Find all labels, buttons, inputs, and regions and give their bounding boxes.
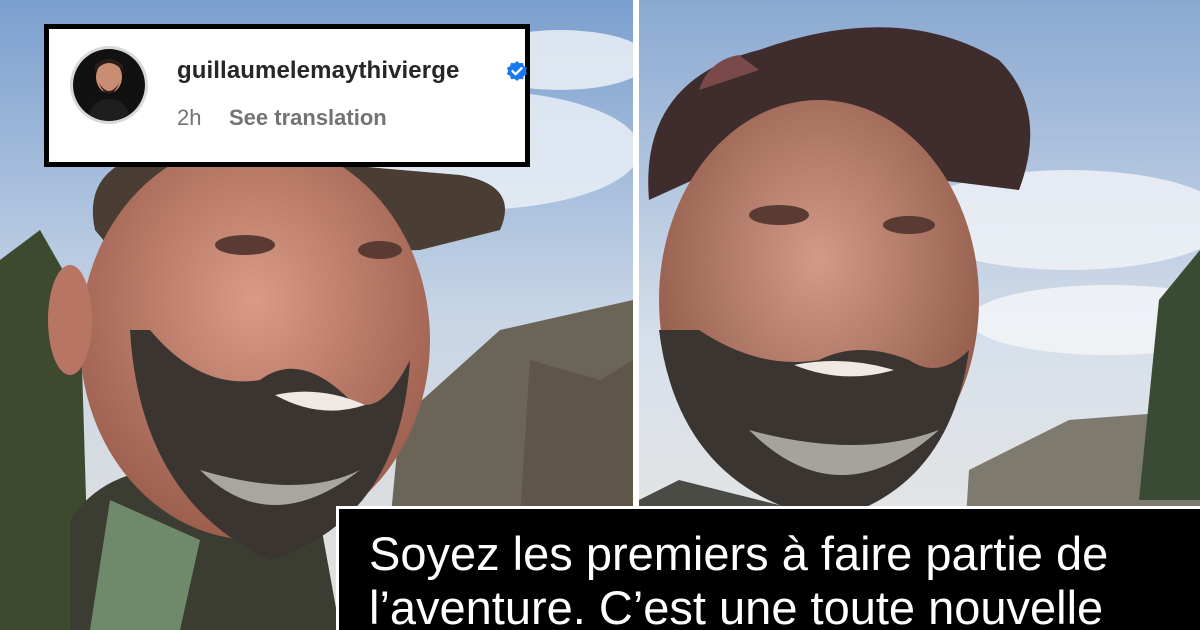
username[interactable]: guillaumelemaythivierge xyxy=(177,57,459,85)
caption-text: Soyez les premiers à faire partie de l’a… xyxy=(369,527,1109,630)
instagram-post-header: guillaumelemaythivierge 2h See translati… xyxy=(44,24,530,167)
profile-photo xyxy=(73,49,145,121)
post-time: 2h xyxy=(177,105,202,130)
caption-box: Soyez les premiers à faire partie de l’a… xyxy=(336,506,1200,630)
see-translation-link[interactable]: See translation xyxy=(229,105,387,131)
avatar[interactable] xyxy=(70,46,148,124)
verified-badge-icon xyxy=(507,61,527,81)
